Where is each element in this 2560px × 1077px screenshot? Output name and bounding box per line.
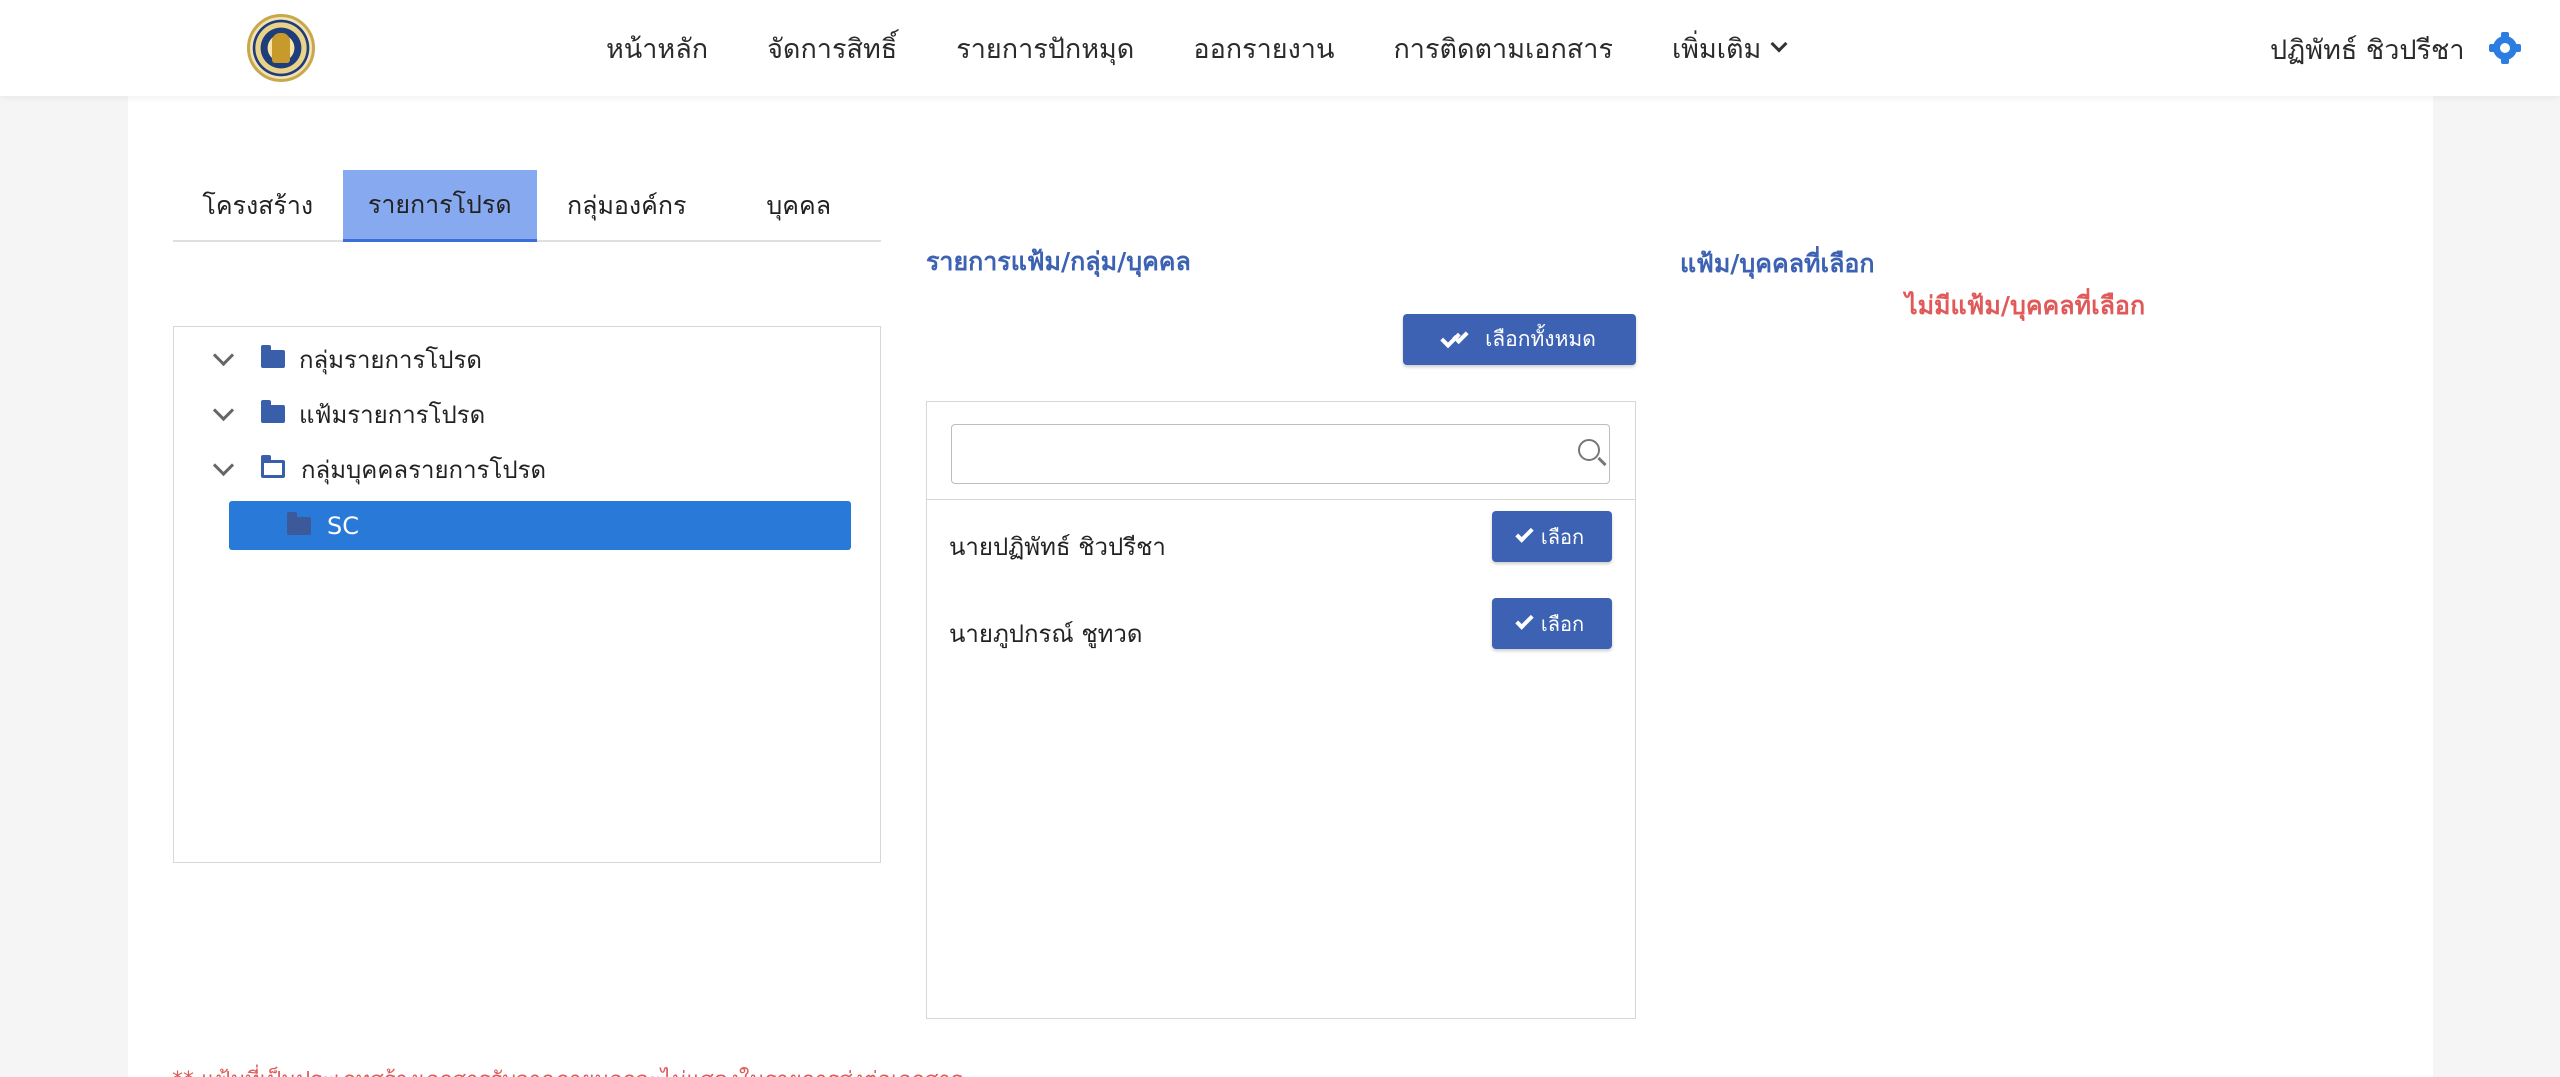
tree-item-favorite-folders[interactable]: แฟ้มรายการโปรด <box>212 394 486 434</box>
empty-selection-message: ไม่มีแฟ้ม/บุคคลที่เลือก <box>1905 291 2146 320</box>
double-check-icon <box>1443 331 1467 349</box>
tab-org-groups[interactable]: กลุ่มองค์กร <box>537 170 717 242</box>
list-item: นายภูปกรณ์ ชูทวด เลือก <box>927 587 1635 673</box>
search-icon[interactable] <box>1578 439 1600 461</box>
select-person-button[interactable]: เลือก <box>1492 511 1612 562</box>
person-name: นายปฏิพัทธ์ ชิวปรีชา <box>949 533 1166 561</box>
gear-icon[interactable] <box>2489 32 2521 64</box>
chevron-down-icon[interactable] <box>212 454 235 476</box>
favorites-tree: กลุ่มรายการโปรด แฟ้มรายการโปรด กลุ่มบุคค… <box>173 326 881 863</box>
university-logo[interactable] <box>247 14 315 82</box>
user-name[interactable]: ปฏิพัทธ์ ชิวปรีชา <box>2270 28 2465 71</box>
select-person-button[interactable]: เลือก <box>1492 598 1612 649</box>
chevron-down-icon[interactable] <box>212 399 235 421</box>
top-navbar: หน้าหลัก จัดการสิทธิ์ รายการปักหมุด ออกร… <box>0 0 2560 96</box>
select-label: เลือก <box>1540 611 1585 636</box>
tab-structure[interactable]: โครงสร้าง <box>173 170 343 242</box>
tree-item-favorite-groups[interactable]: กลุ่มรายการโปรด <box>212 339 482 379</box>
main-menu: หน้าหลัก จัดการสิทธิ์ รายการปักหมุด ออกร… <box>606 0 1844 96</box>
select-all-label: เลือกทั้งหมด <box>1485 327 1596 351</box>
tree-item-sc-selected[interactable]: SC <box>229 501 851 550</box>
folder-icon <box>287 511 311 535</box>
check-icon <box>1515 611 1534 630</box>
folder-open-icon <box>261 455 285 478</box>
select-label: เลือก <box>1540 524 1585 549</box>
tree-item-label: กลุ่มรายการโปรด <box>299 345 482 374</box>
folder-icon <box>261 345 285 368</box>
footnote: ** แฟ้มที่เป็นประเภทสร้างเอกสารรับจากภาย… <box>172 1062 963 1077</box>
list-title: รายการแฟ้ม/กลุ่ม/บุคคล <box>926 247 1191 276</box>
selected-title: แฟ้ม/บุคคลที่เลือก <box>1680 249 1875 278</box>
person-name: นายภูปกรณ์ ชูทวด <box>949 620 1143 648</box>
tree-item-label: แฟ้มรายการโปรด <box>299 400 486 429</box>
nav-document-tracking[interactable]: การติดตามเอกสาร <box>1393 27 1613 70</box>
select-all-button[interactable]: เลือกทั้งหมด <box>1403 314 1636 365</box>
item-list-panel: นายปฏิพัทธ์ ชิวปรีชา เลือก นายภูปกรณ์ ชู… <box>926 401 1636 1019</box>
nav-pinned[interactable]: รายการปักหมุด <box>956 27 1134 70</box>
folder-icon <box>261 400 285 423</box>
tree-item-label: SC <box>327 511 359 540</box>
nav-more[interactable]: เพิ่มเติม <box>1671 27 1788 70</box>
check-icon <box>1515 524 1534 543</box>
nav-more-label: เพิ่มเติม <box>1671 33 1762 65</box>
nav-reports[interactable]: ออกรายงาน <box>1193 27 1334 70</box>
chevron-down-icon <box>1770 35 1788 53</box>
chevron-down-icon[interactable] <box>212 344 235 366</box>
main-content: โครงสร้าง รายการโปรด กลุ่มองค์กร บุคคล ก… <box>128 96 2433 1077</box>
nav-home[interactable]: หน้าหลัก <box>606 27 708 70</box>
tree-item-favorite-person-groups[interactable]: กลุ่มบุคคลรายการโปรด <box>212 449 547 489</box>
tab-persons[interactable]: บุคคล <box>716 170 881 242</box>
search-input[interactable] <box>951 424 1610 484</box>
tab-favorites[interactable]: รายการโปรด <box>342 170 537 242</box>
list-item: นายปฏิพัทธ์ ชิวปรีชา เลือก <box>927 500 1635 586</box>
search-area <box>927 402 1635 500</box>
tab-bar: โครงสร้าง รายการโปรด กลุ่มองค์กร บุคคล <box>173 170 881 242</box>
tree-item-label: กลุ่มบุคคลรายการโปรด <box>301 455 547 484</box>
nav-permissions[interactable]: จัดการสิทธิ์ <box>767 27 897 70</box>
